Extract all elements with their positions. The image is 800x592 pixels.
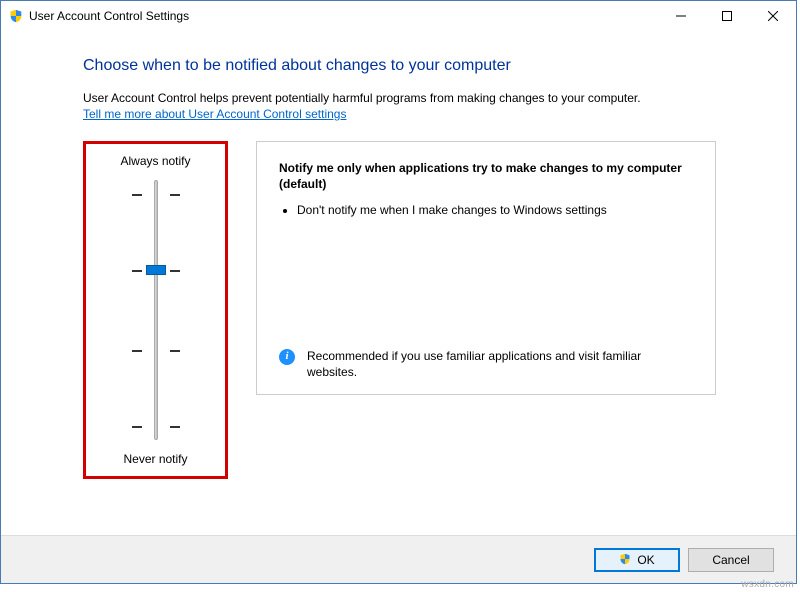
- minimize-button[interactable]: [658, 1, 704, 31]
- recommendation-row: i Recommended if you use familiar applic…: [279, 348, 693, 380]
- ok-button-label: OK: [637, 553, 654, 567]
- window-title: User Account Control Settings: [29, 9, 189, 23]
- shield-icon: [619, 553, 633, 567]
- window-controls: [658, 1, 796, 31]
- ok-button[interactable]: OK: [594, 548, 680, 572]
- slider-track[interactable]: [94, 178, 217, 442]
- slider-thumb[interactable]: [146, 265, 166, 275]
- shield-icon: [9, 9, 23, 23]
- maximize-button[interactable]: [704, 1, 750, 31]
- slider-bottom-label: Never notify: [123, 452, 187, 466]
- page-heading: Choose when to be notified about changes…: [83, 57, 742, 75]
- bottom-bar: OK Cancel: [1, 535, 796, 583]
- page-subtext: User Account Control helps prevent poten…: [83, 91, 742, 105]
- info-icon: i: [279, 349, 295, 365]
- description-bullet: Don't notify me when I make changes to W…: [297, 202, 693, 218]
- watermark: wsxdn.com: [741, 579, 794, 590]
- description-title: Notify me only when applications try to …: [279, 160, 693, 192]
- uac-settings-window: User Account Control Settings Choose whe…: [0, 0, 797, 584]
- cancel-button[interactable]: Cancel: [688, 548, 774, 572]
- content-area: Choose when to be notified about changes…: [1, 31, 796, 535]
- slider-top-label: Always notify: [120, 154, 190, 168]
- recommendation-text: Recommended if you use familiar applicat…: [307, 348, 693, 380]
- cancel-button-label: Cancel: [712, 553, 749, 567]
- close-button[interactable]: [750, 1, 796, 31]
- titlebar: User Account Control Settings: [1, 1, 796, 31]
- description-list: Don't notify me when I make changes to W…: [297, 202, 693, 224]
- notification-slider-box: Always notify Never notify: [83, 141, 228, 479]
- description-panel: Notify me only when applications try to …: [256, 141, 716, 395]
- help-link[interactable]: Tell me more about User Account Control …: [83, 107, 346, 121]
